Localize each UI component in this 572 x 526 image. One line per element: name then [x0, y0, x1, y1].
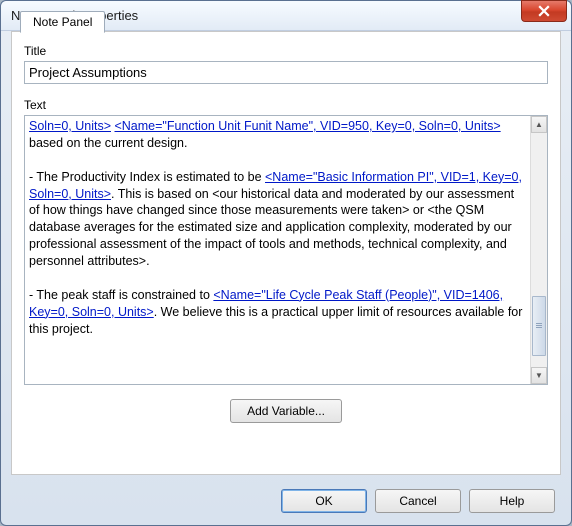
text-span: - The Productivity Index is estimated to… — [29, 170, 265, 184]
scroll-thumb[interactable] — [532, 296, 546, 356]
text-box: Soln=0, Units> <Name="Function Unit Funi… — [24, 115, 548, 385]
title-input[interactable] — [24, 61, 548, 84]
variable-link[interactable]: <Name="Function Unit Funit Name", VID=95… — [114, 119, 500, 133]
tabstrip: Note Panel — [20, 10, 105, 32]
cancel-button[interactable]: Cancel — [375, 489, 461, 513]
close-icon — [538, 5, 550, 17]
add-variable-row: Add Variable... — [24, 399, 548, 423]
close-button[interactable] — [521, 0, 567, 22]
variable-link[interactable]: Soln=0, Units> — [29, 119, 111, 133]
add-variable-button[interactable]: Add Variable... — [230, 399, 342, 423]
dialog-footer: OK Cancel Help — [281, 489, 555, 513]
scroll-up-button[interactable]: ▲ — [531, 116, 547, 133]
text-label: Text — [24, 98, 548, 112]
scrollbar[interactable]: ▲ ▼ — [530, 116, 547, 384]
text-span: based on the current design. — [29, 136, 187, 150]
dialog-window: Note Panel Properties Note Panel Title T… — [0, 0, 572, 526]
text-span: - The peak staff is constrained to — [29, 288, 213, 302]
tab-note-panel[interactable]: Note Panel — [20, 11, 105, 33]
scroll-down-button[interactable]: ▼ — [531, 367, 547, 384]
tab-panel: Note Panel Title Text Soln=0, Units> <Na… — [11, 31, 561, 475]
tab-content: Title Text Soln=0, Units> <Name="Functio… — [24, 44, 548, 462]
text-input[interactable]: Soln=0, Units> <Name="Function Unit Funi… — [25, 116, 530, 384]
help-button[interactable]: Help — [469, 489, 555, 513]
ok-button[interactable]: OK — [281, 489, 367, 513]
title-label: Title — [24, 44, 548, 58]
